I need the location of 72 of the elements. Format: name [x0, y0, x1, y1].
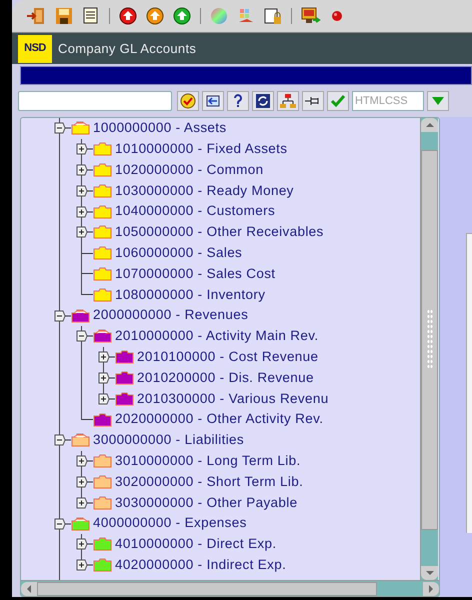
expand-icon[interactable] — [76, 206, 93, 218]
expand-icon[interactable] — [98, 392, 115, 405]
tree-item[interactable]: 2010000000 - Activity Main Rev. — [115, 326, 318, 346]
tree-item[interactable]: 2000000000 - Revenues — [93, 305, 248, 326]
dropdown-button[interactable] — [427, 90, 449, 110]
tree-item[interactable]: 1040000000 - Customers — [115, 201, 276, 222]
tree-item[interactable]: 3030000000 - Other Payable — [115, 492, 298, 513]
tree-item[interactable]: 4020000000 - Indirect Exp. — [115, 555, 286, 576]
scroll-thumb[interactable] — [421, 150, 438, 530]
scroll-right-button[interactable] — [423, 582, 439, 596]
expand-icon[interactable] — [76, 455, 93, 468]
color-wheel-icon[interactable] — [210, 7, 228, 25]
tree-item[interactable]: 1050000000 - Other Receivables — [115, 222, 324, 242]
scroll-up-button[interactable] — [421, 118, 438, 132]
window-title: Company GL Accounts — [58, 40, 196, 58]
collapse-icon[interactable] — [54, 518, 71, 530]
save-icon[interactable] — [55, 7, 73, 25]
tree-item[interactable]: 4010000000 - Direct Exp. — [115, 534, 276, 554]
search-field[interactable] — [18, 90, 172, 110]
collapse-icon[interactable] — [76, 330, 93, 342]
tree-item[interactable]: 2010100000 - Cost Revenue — [137, 347, 318, 368]
scroll-up-icon[interactable] — [426, 123, 434, 127]
tree-item[interactable]: 3010000000 - Long Term Lib. — [115, 451, 301, 472]
tree-item[interactable]: 1010000000 - Fixed Assets — [115, 139, 288, 160]
tree-item[interactable]: 1020000000 - Common — [115, 160, 264, 180]
color-blocks-icon[interactable] — [237, 7, 255, 25]
pin-icon[interactable] — [305, 96, 321, 106]
document-icon[interactable] — [82, 7, 100, 25]
expand-icon[interactable] — [76, 226, 93, 238]
record-dot-icon[interactable] — [330, 9, 344, 23]
triangle-down-icon[interactable] — [432, 96, 444, 104]
expand-icon[interactable] — [76, 164, 93, 176]
expand-icon[interactable] — [98, 351, 115, 364]
collapse-icon[interactable] — [54, 122, 71, 134]
expand-icon[interactable] — [76, 476, 93, 488]
format-field[interactable]: HTMLCSS — [352, 90, 424, 110]
horizontal-scroll-thumb[interactable] — [37, 582, 377, 596]
tree-item[interactable]: 2020000000 - Other Activity Rev. — [115, 409, 324, 430]
help-icon[interactable] — [233, 94, 243, 108]
tree-item[interactable]: 1060000000 - Sales — [115, 243, 242, 264]
expand-icon[interactable] — [76, 184, 93, 197]
tree-item[interactable]: 3000000000 - Liabilities — [93, 430, 244, 450]
monitor-arrow-icon[interactable] — [301, 7, 321, 25]
tree-item[interactable]: 4000000000 - Expenses — [93, 513, 247, 534]
scroll-right-icon[interactable] — [429, 584, 433, 592]
scroll-left-button[interactable] — [21, 582, 37, 596]
expand-icon[interactable] — [76, 559, 93, 572]
expand-icon[interactable] — [76, 538, 93, 550]
tree-item[interactable]: 2010300000 - Various Revenu — [137, 388, 329, 409]
tree-item[interactable]: 1000000000 - Assets — [93, 118, 226, 139]
collapse-icon[interactable] — [54, 434, 71, 446]
locked-document-icon[interactable] — [264, 7, 282, 25]
collapse-icon[interactable] — [54, 310, 71, 322]
tree-item[interactable]: 1070000000 - Sales Cost — [115, 264, 276, 284]
left-arrow-icon[interactable] — [206, 94, 220, 108]
vertical-scrollbar[interactable] — [420, 118, 438, 580]
help-button[interactable] — [227, 90, 249, 110]
exit-door-icon[interactable] — [26, 7, 46, 25]
expand-icon[interactable] — [76, 496, 93, 509]
tree-item[interactable]: 2010200000 - Dis. Revenue — [137, 368, 314, 388]
tree-item[interactable]: 1030000000 - Ready Money — [115, 180, 294, 201]
logo: NSD — [18, 34, 52, 62]
scroll-left-icon[interactable] — [27, 584, 31, 592]
arrow-button[interactable] — [202, 90, 224, 110]
expand-icon[interactable] — [76, 143, 93, 156]
pin-button[interactable] — [302, 90, 324, 110]
expand-icon[interactable] — [98, 372, 115, 384]
scroll-down-icon[interactable] — [426, 571, 434, 575]
scroll-down-button[interactable] — [421, 566, 438, 580]
horizontal-scrollbar[interactable] — [21, 580, 439, 596]
tree-item[interactable]: 3020000000 - Short Term Lib. — [115, 472, 304, 492]
tree-item[interactable]: 1080000000 - Inventory — [115, 284, 266, 305]
